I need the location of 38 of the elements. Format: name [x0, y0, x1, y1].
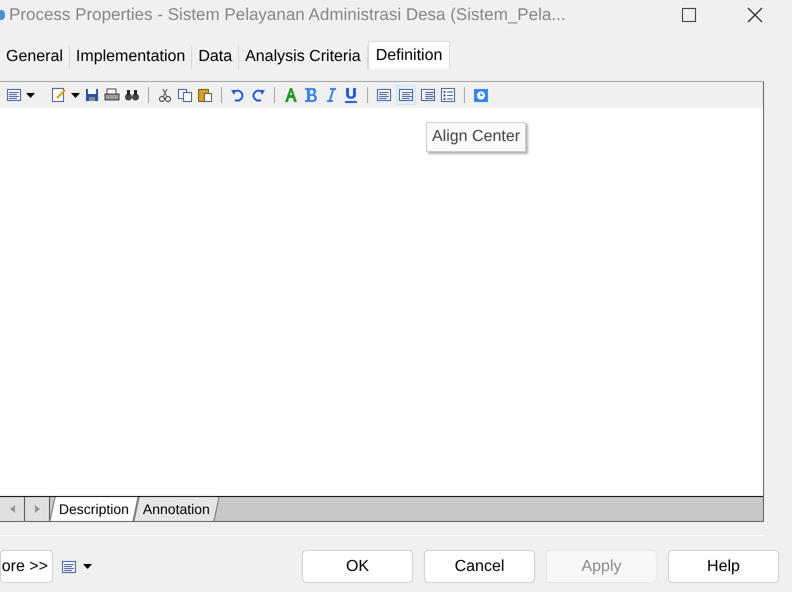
scroll-right-button[interactable] [25, 497, 50, 521]
sheet-tab[interactable]: Annotation [133, 497, 220, 521]
edit-icon[interactable] [51, 87, 67, 103]
redo-icon[interactable] [250, 87, 266, 103]
font-color-icon[interactable] [283, 87, 299, 103]
tab[interactable]: Definition [368, 41, 450, 69]
bullet-list-icon[interactable] [440, 87, 456, 103]
underline-icon[interactable] [343, 87, 359, 103]
right-arrow-icon [34, 505, 40, 513]
dialog-button[interactable]: Cancel [424, 550, 535, 583]
align-right-icon[interactable] [420, 87, 436, 103]
close-icon[interactable] [747, 7, 763, 23]
caret-icon[interactable] [26, 92, 35, 98]
window-title: Process Properties - Sistem Pelayanan Administrasi Desa (Sistem_Pela... [9, 4, 566, 26]
dialog-button[interactable]: Help [668, 550, 779, 583]
paste-icon[interactable] [197, 87, 213, 103]
caret-icon[interactable] [71, 92, 80, 98]
left-arrow-icon [10, 505, 14, 513]
document-icon[interactable] [6, 87, 22, 103]
binoculars-icon[interactable] [124, 87, 140, 103]
app-icon [0, 10, 5, 20]
more-button[interactable]: ore >> [0, 550, 53, 583]
bold-icon[interactable] [303, 87, 319, 103]
clock-icon[interactable] [473, 87, 489, 103]
dialog-button[interactable]: OK [302, 550, 413, 583]
maximize-icon[interactable] [682, 8, 696, 22]
print-icon[interactable] [104, 87, 120, 103]
layout-menu-button[interactable] [61, 558, 92, 574]
scroll-left-button[interactable] [0, 497, 25, 521]
tooltip: Align Center [426, 122, 526, 152]
save-icon[interactable] [84, 87, 100, 103]
undo-icon[interactable] [230, 87, 246, 103]
caret-icon[interactable] [83, 564, 92, 569]
document-icon[interactable] [61, 558, 77, 574]
align-left-icon[interactable] [376, 87, 392, 103]
sheet-tab[interactable]: Description [49, 497, 139, 521]
scissors-icon[interactable] [157, 87, 173, 103]
copy-icon[interactable] [177, 87, 193, 103]
